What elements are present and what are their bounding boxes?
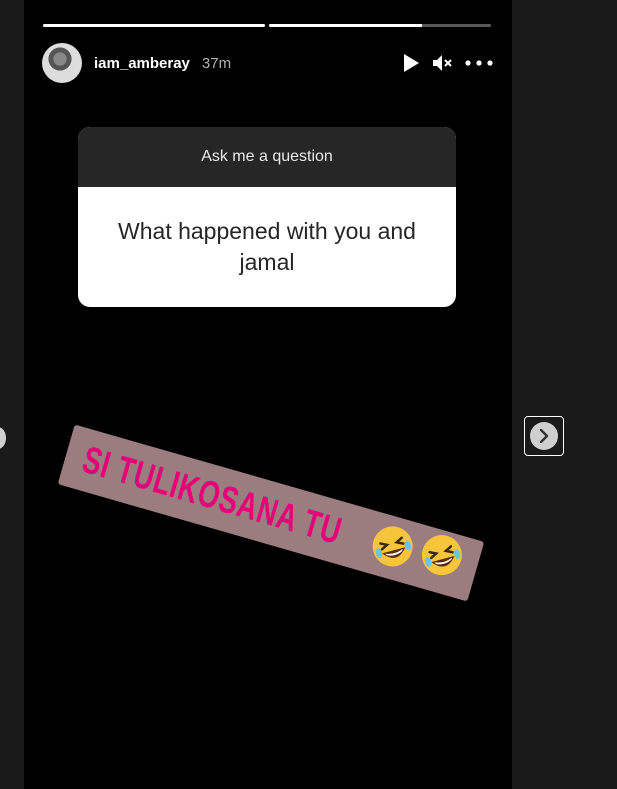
rolling-laughing-emoji-icon: [421, 535, 462, 576]
play-icon[interactable]: [400, 52, 422, 74]
rolling-laughing-emoji-icon: [372, 526, 413, 567]
progress-fill: [269, 24, 423, 27]
more-horizontal-icon[interactable]: [464, 52, 494, 74]
next-story-button[interactable]: [524, 416, 564, 456]
progress-segment: [269, 24, 491, 27]
username[interactable]: iam_amberay: [94, 55, 190, 72]
question-text: What happened with you and jamal: [118, 218, 416, 275]
question-header: Ask me a question: [78, 127, 456, 187]
story-controls: [400, 52, 494, 74]
question-sticker: Ask me a question What happened with you…: [78, 127, 456, 307]
story-header: iam_amberay 37m: [42, 43, 494, 83]
laughing-emoji-group: [366, 520, 469, 582]
sticker-text: SI TULIKOSANA TU: [77, 438, 347, 553]
text-sticker: SI TULIKOSANA TU: [57, 424, 485, 602]
chevron-right-icon: [530, 422, 558, 450]
progress-segment: [43, 24, 265, 27]
story-viewer: iam_amberay 37m Ask me a question What h…: [24, 0, 512, 789]
story-progress-bar: [43, 24, 491, 27]
muted-speaker-icon[interactable]: [432, 52, 454, 74]
previous-story-button[interactable]: [0, 427, 6, 449]
avatar[interactable]: [42, 43, 82, 83]
post-time: 37m: [201, 54, 232, 72]
progress-fill: [43, 24, 265, 27]
